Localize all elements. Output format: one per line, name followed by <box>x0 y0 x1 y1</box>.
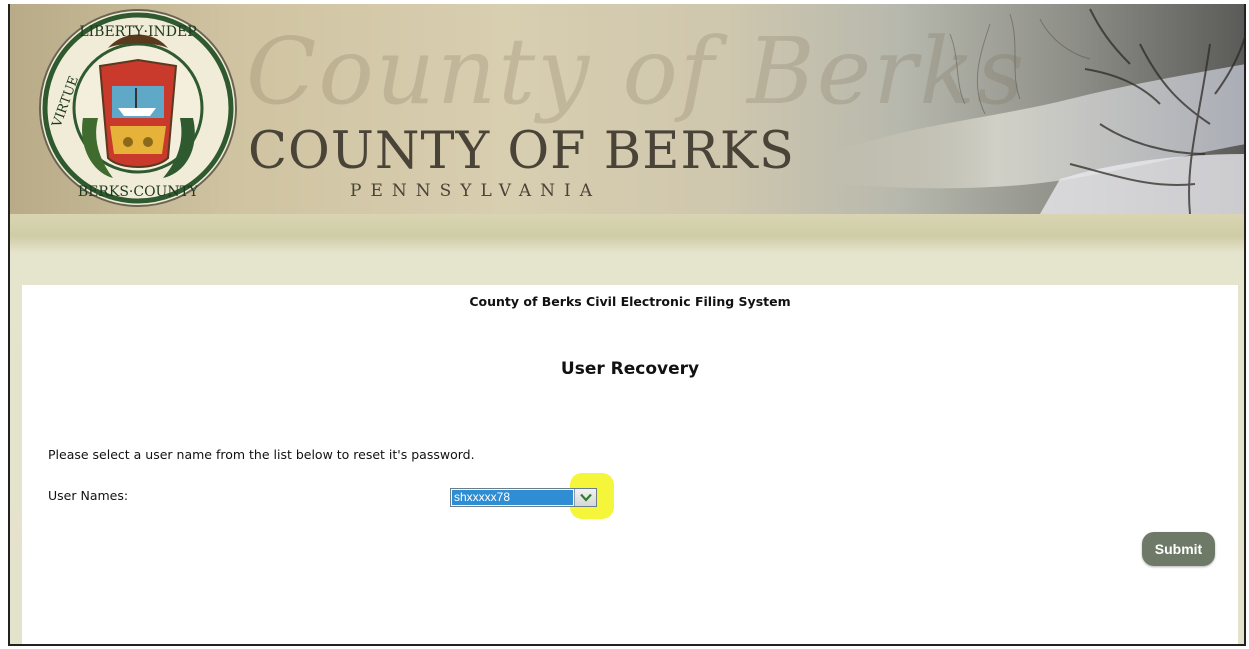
instruction-text: Please select a user name from the list … <box>48 447 475 462</box>
page-frame: County of Berks LIBERTY·INDEP BERKS·COUN… <box>8 4 1246 646</box>
header-banner: County of Berks LIBERTY·INDEP BERKS·COUN… <box>10 4 1244 214</box>
svg-text:LIBERTY·INDEP: LIBERTY·INDEP <box>79 24 196 40</box>
main-panel: County of Berks Civil Electronic Filing … <box>22 285 1238 644</box>
header-band <box>10 214 1244 254</box>
script-title: County of Berks <box>246 18 1027 125</box>
site-subtitle: PENNSYLVANIA <box>350 181 602 201</box>
chevron-down-icon <box>579 493 592 502</box>
system-title: County of Berks Civil Electronic Filing … <box>469 294 791 309</box>
page-title: User Recovery <box>560 359 700 379</box>
svg-text:BERKS·COUNTY: BERKS·COUNTY <box>78 184 199 200</box>
user-names-selected-value: shxxxxx78 <box>452 490 573 505</box>
dropdown-button[interactable] <box>574 489 596 506</box>
user-names-label: User Names: <box>48 488 129 503</box>
user-names-select[interactable]: shxxxxx78 <box>450 488 597 507</box>
county-seal-icon: LIBERTY·INDEP BERKS·COUNTY VIRTUE <box>39 9 237 207</box>
site-title: COUNTY OF BERKS <box>248 122 795 181</box>
submit-button[interactable]: Submit <box>1142 532 1215 566</box>
